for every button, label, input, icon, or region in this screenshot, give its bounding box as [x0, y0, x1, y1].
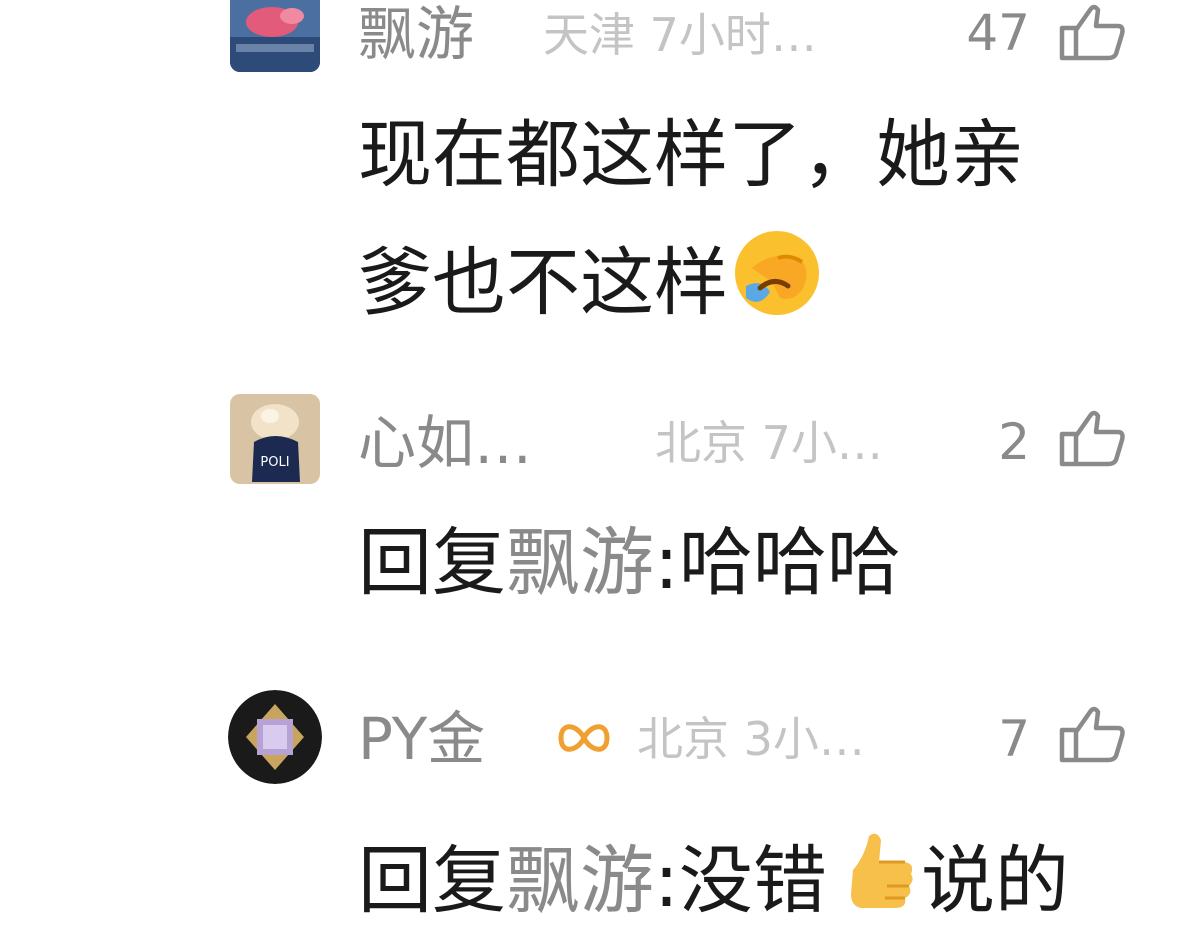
- avatar[interactable]: POLI: [230, 394, 320, 484]
- like-count: 7: [998, 710, 1030, 768]
- like-count: 47: [966, 4, 1030, 62]
- reply-text: 回复飘游:哈哈哈: [358, 526, 901, 600]
- avatar[interactable]: [228, 690, 322, 784]
- thumbs-up-icon[interactable]: [1058, 704, 1128, 764]
- reply-content: :哈哈哈: [654, 520, 901, 606]
- reply-text: 回复飘游:没错 说的: [358, 826, 1069, 928]
- avatar[interactable]: [230, 0, 320, 72]
- location-time: 北京 7小…: [655, 416, 883, 470]
- infinity-badge-icon: [558, 724, 610, 752]
- avatar-image-icon: POLI: [230, 394, 320, 484]
- reply-content-tail: 说的: [920, 838, 1069, 924]
- reply-prefix: 回复: [358, 520, 506, 606]
- avatar-image-icon: [228, 690, 322, 784]
- reply-mention-link[interactable]: 飘游: [506, 520, 654, 606]
- thumbs-up-icon[interactable]: [1058, 408, 1128, 468]
- comment-text-line2-wrap: 爹也不这样: [358, 228, 822, 330]
- username[interactable]: 心如…: [358, 414, 532, 472]
- reply-mention-link[interactable]: 飘游: [506, 838, 654, 924]
- comment-text-line2: 爹也不这样: [358, 240, 728, 326]
- comment-text: 现在都这样了，她亲: [358, 118, 1024, 192]
- location-time: 天津 7小时…: [543, 8, 817, 62]
- username[interactable]: 飘游: [358, 5, 474, 63]
- rolling-laughing-face-icon: [732, 228, 822, 330]
- location-time: 北京 3小…: [637, 712, 865, 766]
- comment-text-line1: 现在都这样了，她亲: [358, 112, 1024, 198]
- reply-prefix: 回复: [358, 838, 506, 924]
- like-count: 2: [998, 413, 1030, 471]
- svg-text:POLI: POLI: [260, 455, 289, 470]
- reply-content: :没错: [654, 838, 827, 924]
- avatar-image-icon: [230, 0, 320, 72]
- username[interactable]: PY金: [358, 710, 485, 768]
- thumbs-up-emoji-icon: [831, 826, 921, 928]
- thumbs-up-icon[interactable]: [1058, 2, 1128, 62]
